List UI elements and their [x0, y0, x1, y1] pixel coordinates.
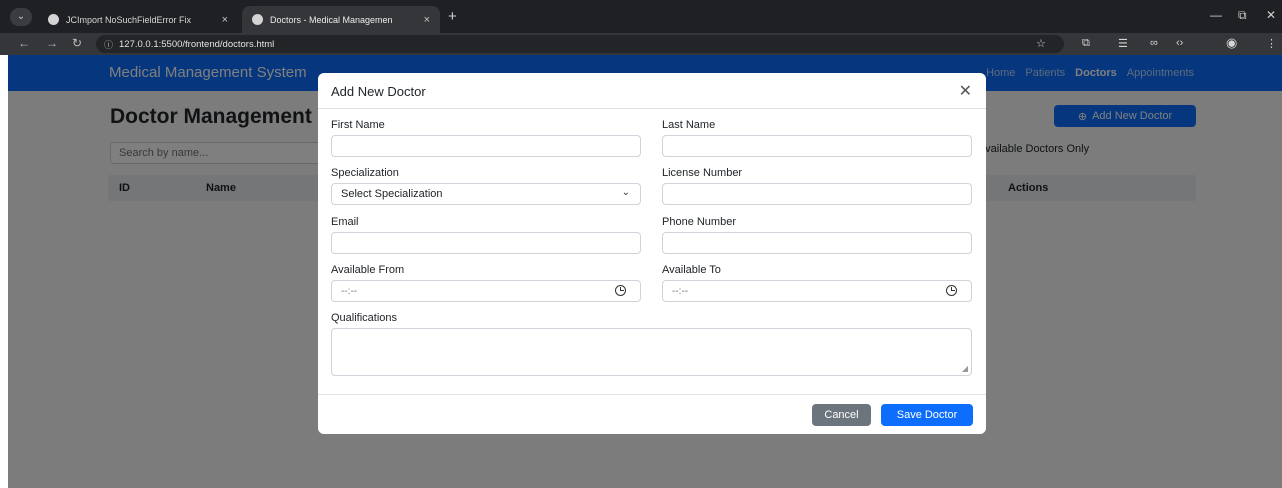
specialization-value: Select Specialization: [341, 188, 443, 200]
email-field[interactable]: [331, 232, 641, 254]
browser-tab-2-active[interactable]: Doctors - Medical Managemen ×: [242, 6, 440, 33]
tab-search-button[interactable]: ⌄: [10, 8, 32, 26]
new-tab-button[interactable]: +: [448, 8, 457, 25]
available-to-value: --:--: [672, 285, 689, 297]
available-to-time-input[interactable]: --:--: [662, 280, 972, 302]
bookmark-star-icon[interactable]: ☆: [1036, 37, 1046, 50]
code-icon[interactable]: ‹›: [1176, 37, 1183, 49]
qualifications-textarea[interactable]: ◢: [331, 328, 972, 376]
first-name-field[interactable]: [331, 135, 641, 157]
clock-icon[interactable]: [946, 285, 957, 296]
phone-number-field[interactable]: [662, 232, 972, 254]
email-label: Email: [331, 216, 359, 228]
tab-title: JCImport NoSuchFieldError Fix: [66, 14, 192, 25]
restore-icon[interactable]: ⧉: [1238, 8, 1247, 23]
chevron-down-icon: ⌄: [621, 187, 630, 198]
close-icon[interactable]: ✕: [959, 81, 972, 101]
address-bar[interactable]: ⓘ 127.0.0.1:5500/frontend/doctors.html: [96, 35, 1064, 53]
available-to-label: Available To: [662, 264, 721, 276]
url-text: 127.0.0.1:5500/frontend/doctors.html: [119, 38, 275, 50]
last-name-field[interactable]: [662, 135, 972, 157]
window-close-icon[interactable]: ✕: [1266, 8, 1276, 22]
extensions-icon[interactable]: ⧉: [1082, 37, 1090, 50]
tab-favicon-icon: [252, 14, 263, 25]
menu-icon[interactable]: ⋮: [1266, 37, 1277, 50]
clock-icon[interactable]: [615, 285, 626, 296]
profile-icon[interactable]: ◉: [1226, 35, 1237, 51]
license-number-label: License Number: [662, 167, 743, 179]
tab-close-icon[interactable]: ×: [222, 14, 228, 26]
available-from-value: --:--: [341, 285, 358, 297]
first-name-label: First Name: [331, 119, 385, 131]
modal-footer: Cancel Save Doctor: [318, 394, 986, 434]
qualifications-label: Qualifications: [331, 312, 398, 324]
modal-title: Add New Doctor: [331, 84, 426, 99]
tab-title: Doctors - Medical Managemen: [270, 14, 393, 25]
specialization-select[interactable]: Select Specialization ⌄: [331, 183, 641, 205]
license-number-field[interactable]: [662, 183, 972, 205]
modal-header: Add New Doctor ✕: [318, 73, 986, 109]
save-doctor-button[interactable]: Save Doctor: [881, 404, 973, 426]
browser-tab-bar: ⌄ JCImport NoSuchFieldError Fix × Doctor…: [0, 0, 1282, 33]
resize-handle-icon[interactable]: ◢: [962, 364, 968, 373]
available-from-label: Available From: [331, 264, 405, 276]
forward-icon[interactable]: →: [46, 36, 58, 50]
reload-icon[interactable]: ↻: [72, 36, 82, 50]
tab-favicon-icon: [48, 14, 59, 25]
site-info-icon[interactable]: ⓘ: [104, 38, 113, 51]
browser-tab-1[interactable]: JCImport NoSuchFieldError Fix ×: [38, 6, 238, 33]
tab-close-icon[interactable]: ×: [424, 14, 430, 26]
link-icon[interactable]: ∞: [1150, 37, 1158, 49]
back-icon[interactable]: ←: [18, 36, 30, 50]
available-from-time-input[interactable]: --:--: [331, 280, 641, 302]
phone-number-label: Phone Number: [662, 216, 736, 228]
add-doctor-modal: Add New Doctor ✕ First Name Last Name Sp…: [318, 73, 986, 434]
specialization-label: Specialization: [331, 167, 399, 179]
minimize-icon[interactable]: —: [1210, 8, 1222, 22]
cancel-button[interactable]: Cancel: [812, 404, 871, 426]
last-name-label: Last Name: [662, 119, 716, 131]
reading-list-icon[interactable]: ☰: [1118, 37, 1128, 50]
browser-toolbar: ← → ↻ ⓘ 127.0.0.1:5500/frontend/doctors.…: [0, 33, 1282, 55]
